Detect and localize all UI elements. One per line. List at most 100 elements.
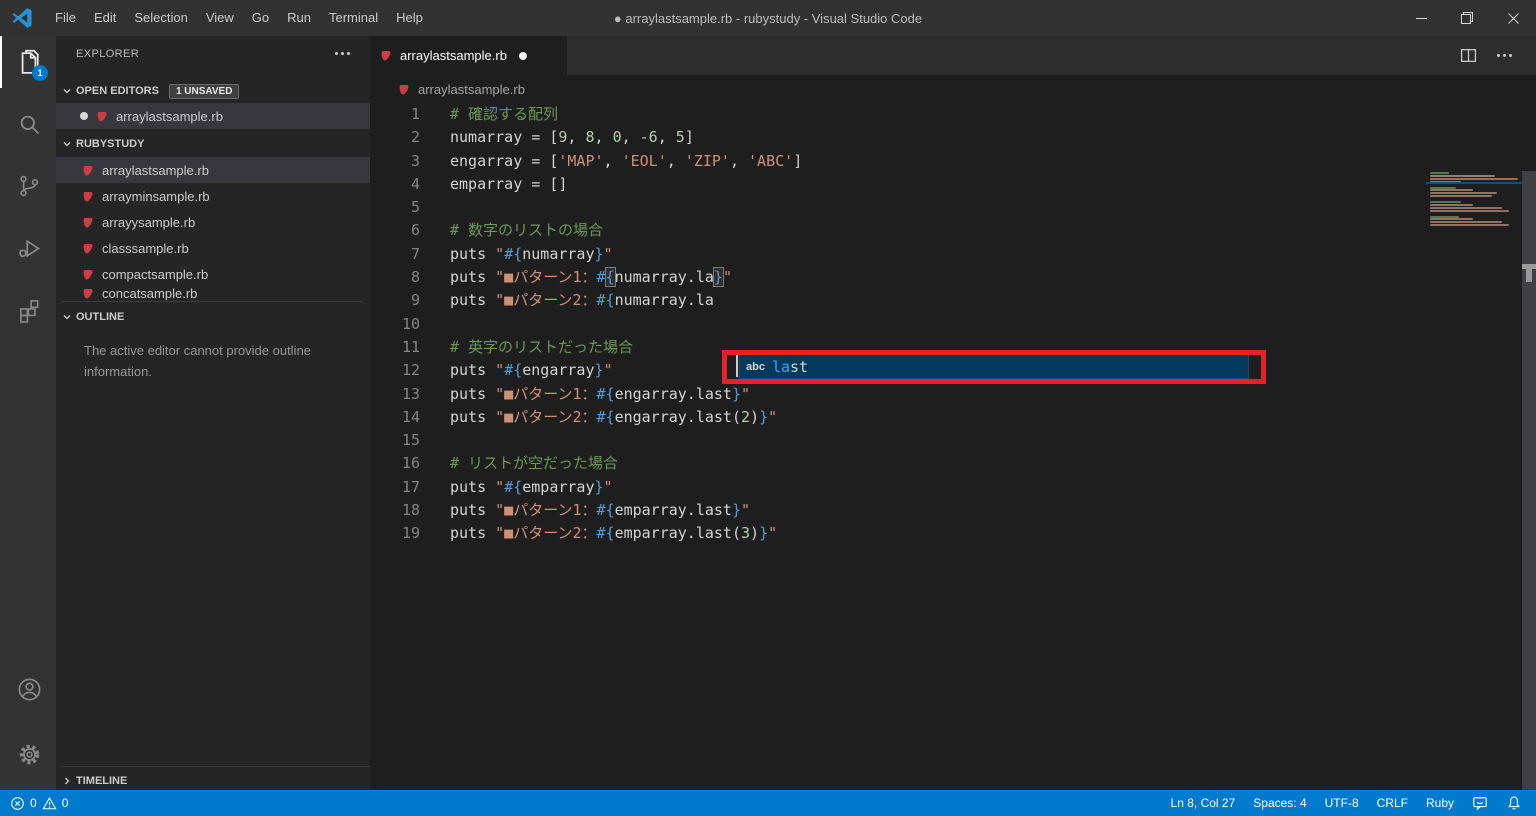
ruby-file-icon [83, 191, 93, 202]
error-icon [11, 796, 24, 810]
sidebar-item-extensions[interactable] [0, 284, 56, 336]
section-workspace-folder[interactable]: RUBYSTUDY [62, 131, 362, 157]
accounts-button[interactable] [0, 666, 56, 718]
file-item[interactable]: arraylastsample.rb [56, 157, 370, 183]
title-bar: File Edit Selection View Go Run Terminal Help ●… [0, 0, 1536, 36]
line-number: 4 [410, 174, 420, 193]
sidebar-title: EXPLORER [76, 48, 140, 60]
unsaved-badge: 1 UNSAVED [168, 83, 240, 99]
menu-terminal[interactable]: Terminal [320, 0, 387, 36]
vscode-logo-icon [12, 8, 32, 28]
language-mode-status[interactable]: Ruby [1426, 796, 1454, 810]
tab-arraylastsample[interactable]: arraylastsample.rb [370, 36, 567, 75]
explorer-sidebar: EXPLORER OPEN EDITORS 1 UNSAVED arraylas… [56, 36, 370, 790]
menu-view[interactable]: View [197, 0, 243, 36]
file-item[interactable]: classsample.rb [56, 235, 370, 261]
source-control-icon [20, 175, 39, 197]
text-cursor [736, 355, 738, 377]
extensions-icon [20, 299, 39, 323]
file-label: arraylastsample.rb [102, 162, 209, 178]
code-line: 10 [370, 313, 1536, 336]
settings-button[interactable] [0, 728, 56, 780]
line-number: 18 [401, 501, 420, 520]
notifications-bell-icon[interactable] [1506, 795, 1522, 811]
code-line: 3 engarray = ['MAP', 'EOL', 'ZIP', 'ABC'] [370, 150, 1536, 173]
more-actions-icon[interactable] [335, 52, 350, 55]
line-number: 16 [401, 454, 420, 473]
file-label: concatsample.rb [102, 287, 198, 300]
modified-dot-icon[interactable] [518, 51, 527, 60]
suggest-widget[interactable]: abc last [739, 354, 1249, 379]
file-item[interactable]: arrayysample.rb [56, 209, 370, 235]
code-line: 6 # 数字のリストの場合 [370, 219, 1536, 242]
warning-icon [42, 796, 57, 809]
line-number: 3 [410, 151, 420, 170]
feedback-icon[interactable] [1472, 795, 1488, 811]
split-editor-icon[interactable] [1460, 47, 1477, 64]
ruby-file-icon [83, 165, 93, 176]
sidebar-item-run-and-debug[interactable] [0, 222, 56, 274]
file-tree: arraylastsample.rb arrayminsample.rb array… [56, 157, 370, 300]
suggestion-item-last[interactable]: last [772, 358, 808, 376]
code-line: 14 puts "■パターン2：#{engarray.last(2)}" [370, 406, 1536, 429]
line-number: 10 [401, 314, 420, 333]
modified-dot-icon [80, 112, 88, 120]
breadcrumb-file: arraylastsample.rb [418, 81, 525, 97]
run-debug-icon [18, 239, 40, 257]
sidebar-item-search[interactable] [0, 98, 56, 150]
menu-run[interactable]: Run [278, 0, 320, 36]
menu-go[interactable]: Go [243, 0, 278, 36]
chevron-down-icon [63, 315, 71, 320]
line-number: 11 [401, 337, 420, 356]
section-open-editors[interactable]: OPEN EDITORS 1 UNSAVED [62, 80, 362, 102]
status-bar: 0 0 Ln 8, Col 27 Spaces: 4 UTF-8 CRLF Ru… [0, 790, 1536, 816]
account-icon [18, 678, 40, 700]
ruby-file-icon [83, 217, 93, 228]
line-number: 17 [401, 477, 420, 496]
sidebar-item-explorer[interactable]: 1 [0, 36, 56, 88]
minimap-line [1430, 177, 1518, 180]
encoding-status[interactable]: UTF-8 [1325, 796, 1359, 810]
minimap-current-line [1426, 182, 1522, 184]
tab-label: arraylastsample.rb [400, 48, 507, 63]
minimap-line [1430, 206, 1502, 209]
line-number: 9 [410, 291, 420, 310]
problems-status[interactable]: 0 0 [10, 796, 68, 811]
menu-edit[interactable]: Edit [85, 0, 125, 36]
close-icon[interactable] [1490, 0, 1536, 36]
chevron-right-icon [65, 777, 70, 784]
file-item[interactable]: arrayminsample.rb [56, 183, 370, 209]
code-editor[interactable]: 1 # 確認する配列 2 numarray = [9, 8, 0, -6, 5] 3 en… [370, 103, 1536, 816]
menu-selection[interactable]: Selection [125, 0, 196, 36]
code-line: 2 numarray = [9, 8, 0, -6, 5] [370, 126, 1536, 149]
minimap-line [1430, 203, 1474, 206]
vertical-scrollbar[interactable] [1522, 171, 1536, 816]
code-line: 7 puts "#{numarray}" [370, 243, 1536, 266]
restore-icon[interactable] [1444, 0, 1490, 36]
gear-icon [19, 744, 39, 764]
minimap-line [1430, 174, 1495, 177]
minimap-line [1430, 189, 1474, 192]
minimap-line [1430, 201, 1462, 203]
file-item[interactable]: concatsample.rb [56, 287, 370, 300]
cursor-position-status[interactable]: Ln 8, Col 27 [1171, 796, 1236, 810]
code-line: 8 puts "■パターン1：#{numarray.la}" [370, 266, 1536, 289]
file-item[interactable]: compactsample.rb [56, 261, 370, 287]
editor-more-actions-icon[interactable] [1497, 54, 1512, 57]
menu-file[interactable]: File [46, 0, 85, 36]
breadcrumb[interactable]: arraylastsample.rb [370, 75, 1536, 103]
indentation-status[interactable]: Spaces: 4 [1253, 796, 1306, 810]
chevron-down-icon [63, 89, 71, 94]
menu-help[interactable]: Help [387, 0, 432, 36]
section-outline[interactable]: OUTLINE [62, 301, 362, 327]
sidebar-item-source-control[interactable] [0, 160, 56, 212]
line-number: 1 [410, 105, 420, 123]
code-line: 19 puts "■パターン2：#{emparray.last(3)}" [370, 522, 1536, 545]
minimize-icon[interactable] [1398, 0, 1444, 36]
open-editor-item[interactable]: arraylastsample.rb [56, 103, 370, 129]
editor-group: arraylastsample.rb arraylastsample.rb 1 #… [370, 36, 1536, 816]
file-label: arrayysample.rb [102, 214, 196, 230]
section-timeline[interactable]: TIMELINE [62, 766, 370, 790]
minimap-line [1430, 218, 1474, 221]
eol-status[interactable]: CRLF [1377, 796, 1408, 810]
